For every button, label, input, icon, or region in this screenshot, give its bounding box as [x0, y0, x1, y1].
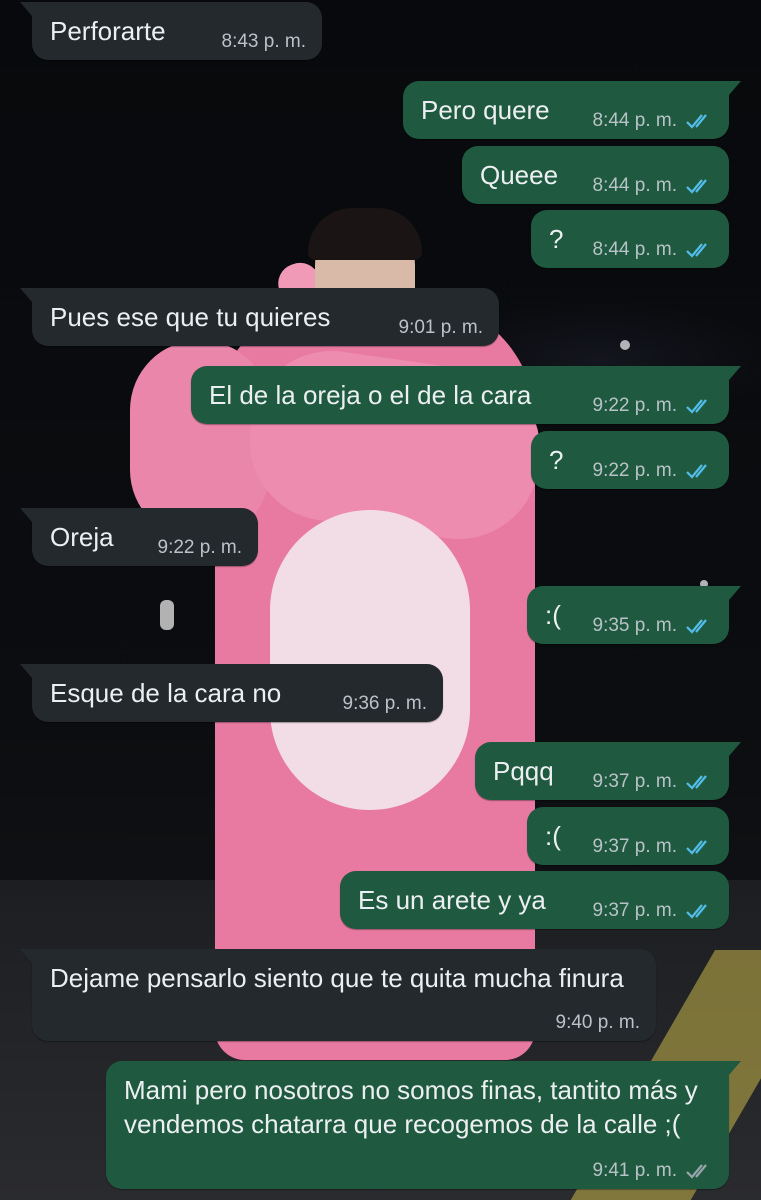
message-time: 9:37 p. m.: [592, 900, 678, 921]
message-text: Mami pero nosotros no somos finas, tanti…: [124, 1075, 698, 1139]
read-ticks-icon: [685, 773, 713, 791]
message-meta: 9:22 p. m.: [593, 461, 714, 481]
outgoing-message[interactable]: ? 9:22 p. m.: [531, 431, 729, 489]
message-meta: 8:44 p. m.: [593, 240, 714, 260]
message-time: 9:22 p. m.: [592, 460, 678, 481]
outgoing-message[interactable]: Es un arete y ya 9:37 p. m.: [340, 871, 729, 929]
message-text: Pqqq: [493, 756, 554, 786]
delivered-ticks-icon: [685, 1162, 713, 1180]
message-time: 9:41 p. m.: [592, 1160, 678, 1181]
message-meta: 9:37 p. m.: [593, 772, 714, 792]
read-ticks-icon: [685, 838, 713, 856]
message-meta: 8:44 p. m.: [593, 176, 714, 196]
outgoing-message[interactable]: Pqqq 9:37 p. m.: [475, 742, 741, 800]
message-meta: 9:37 p. m.: [593, 837, 714, 857]
message-time: 9:36 p. m.: [342, 693, 428, 714]
message-meta: 9:22 p. m.: [593, 396, 714, 416]
read-ticks-icon: [685, 112, 713, 130]
message-text: ?: [549, 445, 564, 475]
message-text: ?: [549, 224, 564, 254]
outgoing-message[interactable]: :( 9:37 p. m.: [527, 807, 729, 865]
read-ticks-icon: [685, 462, 713, 480]
outgoing-message[interactable]: Mami pero nosotros no somos finas, tanti…: [106, 1061, 741, 1189]
message-time: 9:01 p. m.: [398, 317, 484, 338]
message-meta: 9:36 p. m.: [343, 694, 428, 714]
incoming-message[interactable]: Dejame pensarlo siento que te quita much…: [20, 949, 656, 1041]
message-text: :(: [545, 600, 561, 630]
message-time: 8:44 p. m.: [592, 110, 678, 131]
outgoing-message[interactable]: El de la oreja o el de la cara 9:22 p. m…: [191, 366, 741, 424]
message-meta: 9:37 p. m.: [593, 901, 714, 921]
message-time: 9:35 p. m.: [592, 615, 678, 636]
read-ticks-icon: [685, 397, 713, 415]
message-meta: 9:22 p. m.: [158, 538, 243, 558]
message-text: Pero quere: [421, 95, 550, 125]
incoming-message[interactable]: Pues ese que tu quieres 9:01 p. m.: [20, 288, 499, 346]
message-meta: 9:35 p. m.: [593, 616, 714, 636]
message-time: 9:37 p. m.: [592, 836, 678, 857]
read-ticks-icon: [685, 902, 713, 920]
incoming-message[interactable]: Oreja 9:22 p. m.: [20, 508, 258, 566]
message-meta: 9:41 p. m.: [593, 1161, 714, 1181]
read-ticks-icon: [685, 241, 713, 259]
incoming-message[interactable]: Esque de la cara no 9:36 p. m.: [20, 664, 443, 722]
message-list[interactable]: Perforarte 8:43 p. m. Pero quere 8:44 p.…: [0, 0, 761, 1200]
message-time: 8:44 p. m.: [592, 175, 678, 196]
message-text: El de la oreja o el de la cara: [209, 380, 532, 410]
message-time: 9:40 p. m.: [555, 1012, 641, 1033]
message-text: Dejame pensarlo siento que te quita much…: [50, 963, 624, 993]
message-text: Queee: [480, 160, 559, 190]
outgoing-message[interactable]: Pero quere 8:44 p. m.: [403, 81, 741, 139]
message-time: 8:43 p. m.: [221, 31, 307, 52]
message-time: 8:44 p. m.: [592, 239, 678, 260]
message-text: Perforarte: [50, 16, 166, 46]
message-time: 9:22 p. m.: [157, 537, 243, 558]
message-time: 9:37 p. m.: [592, 771, 678, 792]
outgoing-message[interactable]: Queee 8:44 p. m.: [462, 146, 729, 204]
message-text: Pues ese que tu quieres: [50, 302, 331, 332]
outgoing-message[interactable]: :( 9:35 p. m.: [527, 586, 741, 644]
message-meta: 8:43 p. m.: [222, 32, 307, 52]
incoming-message[interactable]: Perforarte 8:43 p. m.: [20, 2, 322, 60]
outgoing-message[interactable]: ? 8:44 p. m.: [531, 210, 729, 268]
message-meta: 9:01 p. m.: [399, 318, 484, 338]
read-ticks-icon: [685, 177, 713, 195]
read-ticks-icon: [685, 617, 713, 635]
message-text: :(: [545, 821, 561, 851]
message-meta: 9:40 p. m.: [556, 1013, 641, 1033]
message-text: Oreja: [50, 522, 114, 552]
message-text: Es un arete y ya: [358, 885, 546, 915]
message-text: Esque de la cara no: [50, 678, 282, 708]
message-time: 9:22 p. m.: [592, 395, 678, 416]
message-meta: 8:44 p. m.: [593, 111, 714, 131]
